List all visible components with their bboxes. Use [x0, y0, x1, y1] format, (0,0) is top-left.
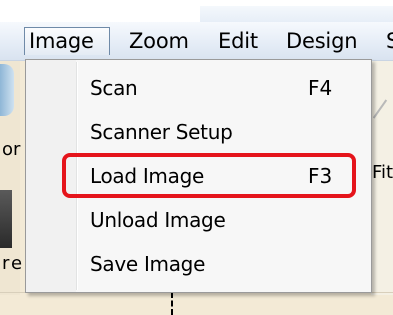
toolbar-label-fragment: e [11, 253, 23, 274]
toolbar-device-icon[interactable] [0, 190, 12, 248]
menu-edit[interactable]: Edit [214, 27, 262, 55]
menu-item-scanner-setup[interactable]: Scanner Setup [28, 110, 369, 154]
menubar: Image Zoom Edit Design S [0, 22, 393, 61]
menu-item-label: Save Image [90, 252, 206, 276]
menu-zoom[interactable]: Zoom [125, 27, 193, 55]
toolbar-label-fragment: or [2, 139, 21, 160]
title-strip [0, 0, 393, 22]
menu-item-scan[interactable]: Scan F4 [28, 66, 369, 110]
menu-item-label: Scanner Setup [90, 120, 233, 144]
toolbar-label-fragment: r [2, 253, 10, 274]
menu-item-label: Unload Image [90, 208, 226, 232]
menu-item-shortcut: F4 [308, 76, 333, 100]
toolbar-icon[interactable] [0, 64, 14, 116]
menu-design[interactable]: Design [282, 27, 361, 55]
highlight-annotation [62, 153, 356, 198]
menu-item-save-image[interactable]: Save Image [28, 242, 369, 286]
menu-item-unload-image[interactable]: Unload Image [28, 198, 369, 242]
menu-image[interactable]: Image [24, 27, 110, 55]
image-menu-dropdown: Scan F4 Scanner Setup Load Image F3 Unlo… [25, 59, 372, 293]
menu-s[interactable]: S [382, 27, 393, 55]
menu-item-label: Scan [90, 76, 138, 100]
toolbar-label-fragment: Fit [372, 162, 393, 183]
dashed-guide-line [171, 292, 173, 315]
